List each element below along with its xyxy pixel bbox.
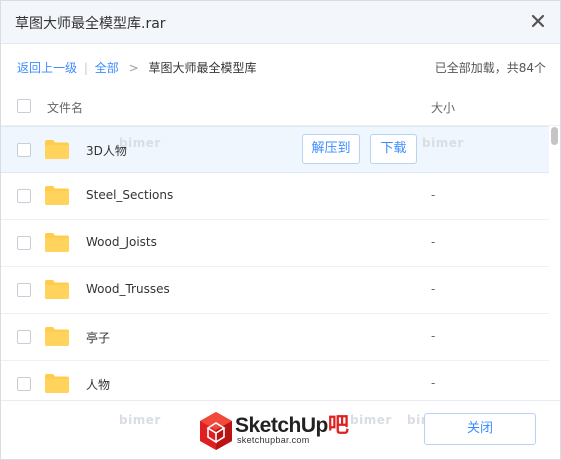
file-size: -: [431, 282, 436, 296]
file-size: -: [431, 376, 436, 390]
watermark-text: bimer: [119, 136, 161, 150]
column-header-name: 文件名: [47, 101, 84, 115]
table-row[interactable]: 3D人物 bimer bimer 解压到 下载: [1, 126, 549, 173]
dialog-title: 草图大师最全模型库.rar: [15, 16, 166, 32]
folder-icon: [45, 140, 69, 159]
folder-icon: [45, 186, 69, 205]
select-all-checkbox[interactable]: [17, 99, 31, 113]
dialog-titlebar: 草图大师最全模型库.rar: [1, 1, 560, 44]
load-status: 已全部加载，共84个: [434, 61, 546, 75]
extract-to-button[interactable]: 解压到: [302, 134, 360, 164]
scrollbar-track[interactable]: [549, 126, 560, 400]
file-list: 3D人物 bimer bimer 解压到 下载 Steel_Sections -…: [1, 126, 549, 400]
logo-url: sketchupbar.com: [237, 435, 310, 445]
sketchup-logo-icon: [200, 412, 232, 450]
table-row[interactable]: Steel_Sections -: [1, 173, 549, 220]
file-size: -: [431, 235, 436, 249]
row-checkbox[interactable]: [17, 236, 31, 250]
sketchupbar-logo: SketchUp吧 sketchupbar.com: [199, 409, 369, 455]
watermark-text: bimer: [119, 413, 161, 427]
file-browser-dialog: 草图大师最全模型库.rar 返回上一级 | 全部 > 草图大师最全模型库 已全部…: [0, 0, 561, 460]
breadcrumb-back-link[interactable]: 返回上一级: [17, 61, 77, 75]
column-header-size: 大小: [431, 101, 456, 115]
file-size: -: [431, 329, 436, 343]
table-row[interactable]: Wood_Joists -: [1, 220, 549, 267]
breadcrumb-arrow: >: [128, 61, 139, 75]
file-name[interactable]: Wood_Trusses: [86, 282, 170, 296]
logo-brand: SketchUp: [235, 414, 328, 437]
table-row[interactable]: 亭子 -: [1, 314, 549, 361]
folder-icon: [45, 233, 69, 252]
row-checkbox[interactable]: [17, 143, 31, 157]
close-icon[interactable]: [530, 13, 546, 29]
logo-brand-accent: 吧: [327, 414, 349, 437]
breadcrumb-current: 草图大师最全模型库: [148, 61, 257, 75]
table-row[interactable]: Wood_Trusses -: [1, 267, 549, 314]
file-name[interactable]: 人物: [86, 376, 110, 393]
row-checkbox[interactable]: [17, 189, 31, 203]
breadcrumb-separator: |: [83, 61, 88, 75]
row-checkbox[interactable]: [17, 330, 31, 344]
breadcrumb-all-link[interactable]: 全部: [95, 61, 119, 75]
download-button[interactable]: 下载: [370, 134, 417, 164]
table-row[interactable]: 人物 -: [1, 361, 549, 400]
watermark-text: bimer: [422, 136, 464, 150]
table-header: 文件名 大小: [1, 85, 560, 126]
row-checkbox[interactable]: [17, 283, 31, 297]
folder-icon: [45, 374, 69, 393]
file-name[interactable]: Wood_Joists: [86, 235, 157, 249]
file-name[interactable]: 亭子: [86, 329, 110, 346]
file-name[interactable]: Steel_Sections: [86, 188, 173, 202]
file-size: -: [431, 188, 436, 202]
folder-icon: [45, 327, 69, 346]
row-checkbox[interactable]: [17, 377, 31, 391]
scrollbar-thumb[interactable]: [551, 127, 558, 145]
folder-icon: [45, 280, 69, 299]
breadcrumb: 返回上一级 | 全部 > 草图大师最全模型库: [17, 59, 256, 76]
close-button[interactable]: 关闭: [424, 413, 536, 445]
